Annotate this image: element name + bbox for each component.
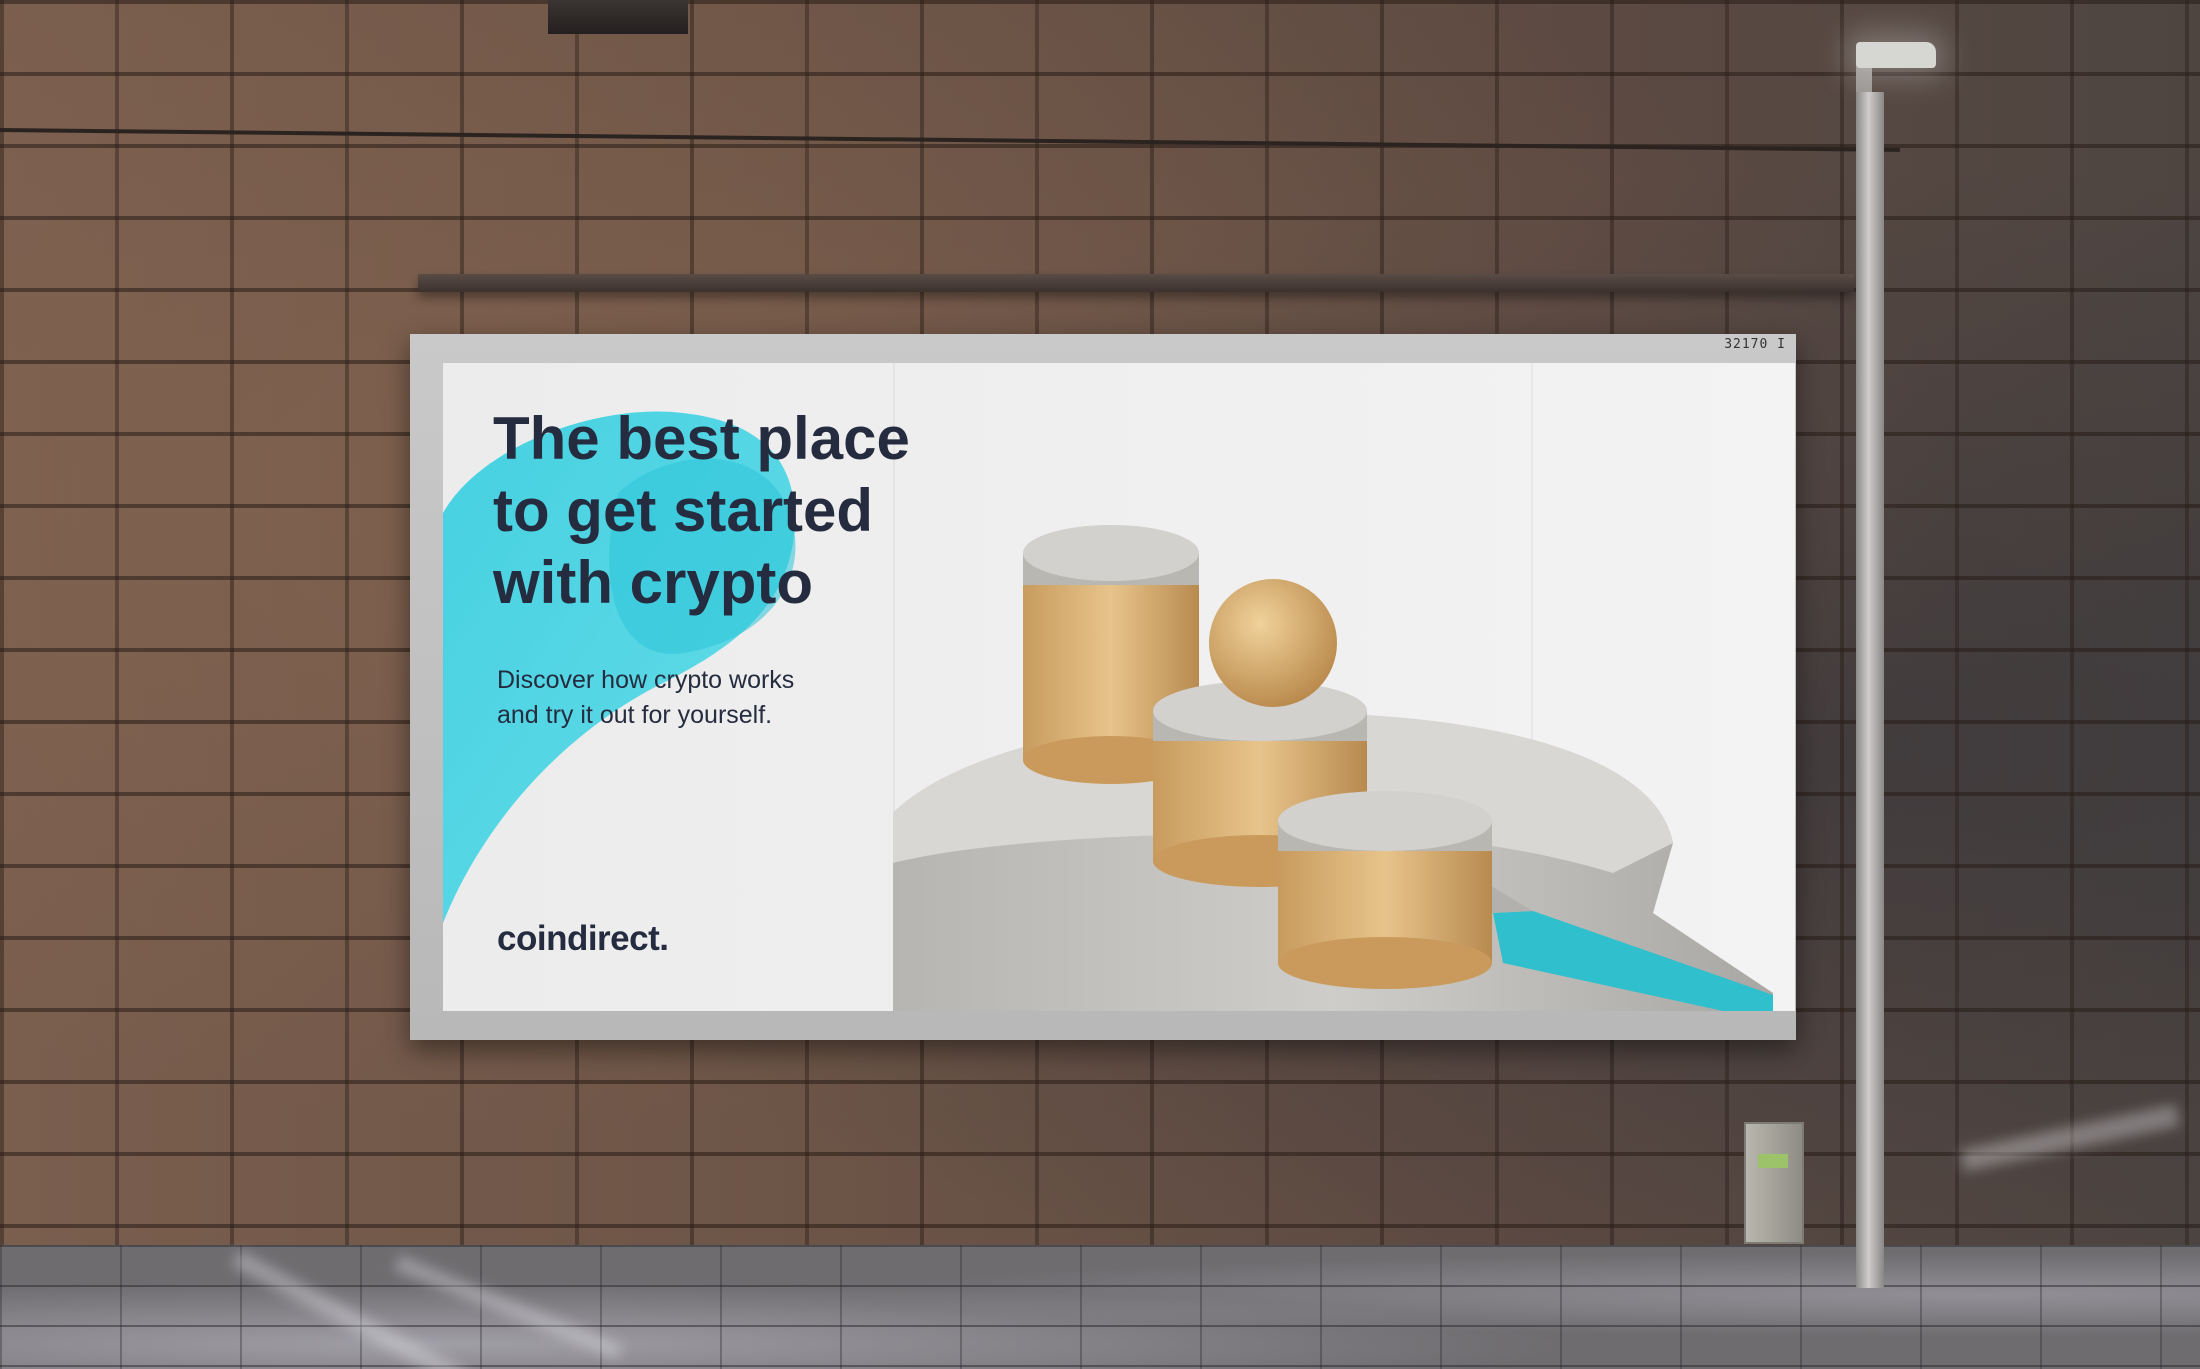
wall-ledge xyxy=(418,274,1854,292)
billboard-code: 32170 I xyxy=(1724,337,1786,352)
poster-headline: The best place to get started with crypt… xyxy=(493,403,910,619)
subtext-line: and try it out for yourself. xyxy=(497,701,773,729)
electrical-box-label xyxy=(1758,1154,1788,1168)
street-scene: 32170 I The best place to get started wi… xyxy=(0,0,2200,1369)
coindirect-logo: coindirect. xyxy=(497,919,669,958)
headline-line: to get started xyxy=(493,477,874,544)
poster-subtext: Discover how crypto works and try it out… xyxy=(497,663,794,733)
electrical-box xyxy=(1744,1122,1804,1244)
street-lamp-pole xyxy=(1856,92,1884,1288)
ceiling-fixture xyxy=(548,0,688,34)
subtext-line: Discover how crypto works xyxy=(497,666,795,694)
billboard-poster: The best place to get started with crypt… xyxy=(443,363,1795,1011)
concrete-wood-sculpture xyxy=(893,525,1773,1011)
headline-line: with crypto xyxy=(493,549,814,616)
street-lamp-head xyxy=(1856,42,1936,68)
headline-line: The best place xyxy=(493,405,910,472)
